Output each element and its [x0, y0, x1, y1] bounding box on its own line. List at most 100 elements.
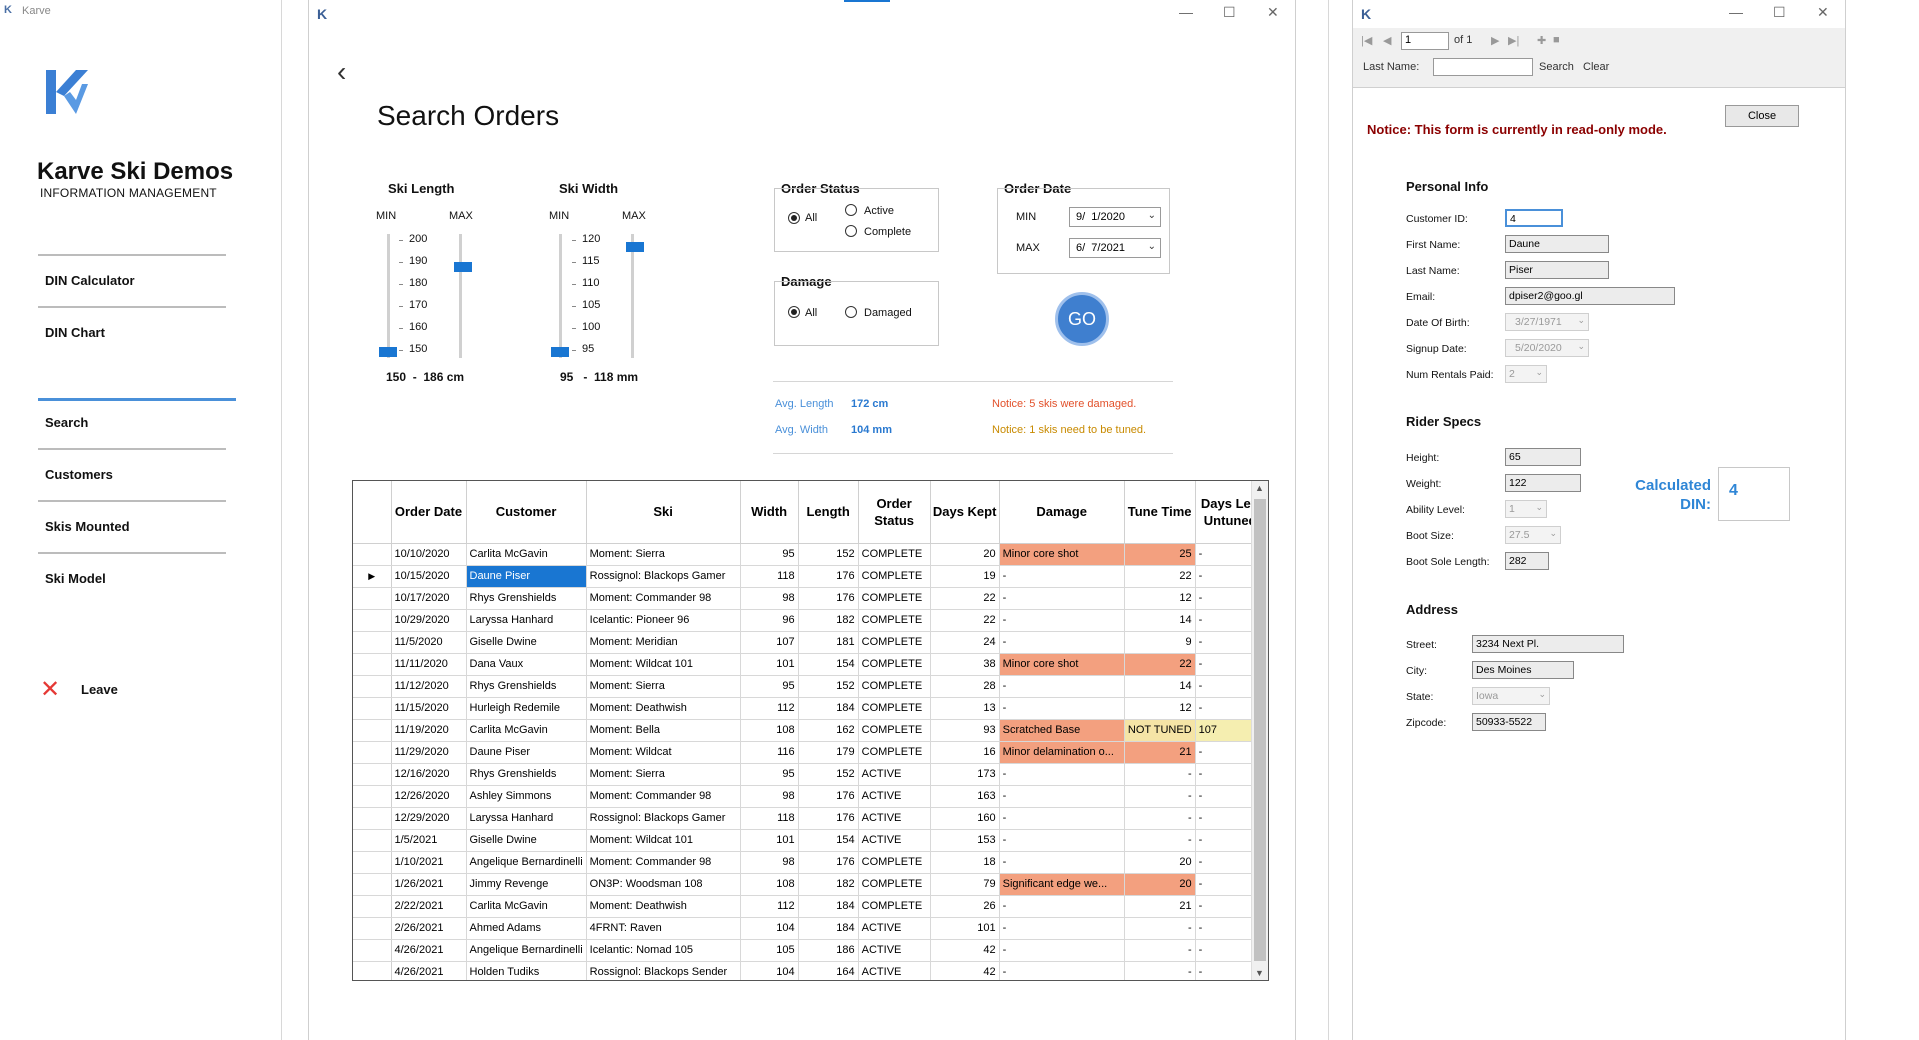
- chevron-down-icon[interactable]: ⌄: [1148, 210, 1156, 221]
- table-cell[interactable]: Daune Piser: [466, 741, 587, 764]
- table-cell[interactable]: 96: [740, 609, 799, 632]
- table-cell[interactable]: 107: [740, 631, 799, 654]
- row-header[interactable]: [353, 631, 392, 654]
- table-row[interactable]: 11/15/2020 Hurleigh Redemile Moment: Death…: [353, 697, 1266, 720]
- row-header[interactable]: [353, 785, 392, 808]
- table-cell[interactable]: 10/10/2020: [391, 543, 467, 566]
- table-cell[interactable]: Jimmy Revenge: [466, 873, 587, 896]
- table-cell[interactable]: Moment: Commander 98: [586, 785, 741, 808]
- table-cell[interactable]: -: [1124, 829, 1196, 852]
- table-cell[interactable]: 160: [930, 807, 1000, 830]
- table-cell[interactable]: ACTIVE: [858, 917, 931, 940]
- table-cell[interactable]: 2/22/2021: [391, 895, 467, 918]
- table-cell[interactable]: 11/12/2020: [391, 675, 467, 698]
- table-cell[interactable]: 108: [740, 719, 799, 742]
- last-name-search-input[interactable]: [1433, 58, 1533, 76]
- table-cell[interactable]: Rhys Grenshields: [466, 587, 587, 610]
- minimize-icon[interactable]: —: [1729, 4, 1743, 20]
- ski-width-max-slider-thumb[interactable]: [626, 242, 644, 252]
- table-cell[interactable]: 21: [1124, 895, 1196, 918]
- table-cell[interactable]: 24: [930, 631, 1000, 654]
- table-cell[interactable]: COMPLETE: [858, 895, 931, 918]
- chevron-down-icon[interactable]: ⌄: [1535, 502, 1543, 513]
- table-cell[interactable]: COMPLETE: [858, 719, 931, 742]
- table-cell[interactable]: 22: [930, 587, 1000, 610]
- last-page-icon[interactable]: ▶|: [1508, 34, 1519, 47]
- table-cell[interactable]: 11/11/2020: [391, 653, 467, 676]
- row-header[interactable]: [353, 939, 392, 962]
- table-cell[interactable]: 95: [740, 543, 799, 566]
- table-row[interactable]: 11/12/2020 Rhys Grenshields Moment: Sierra…: [353, 675, 1266, 698]
- ski-width-max-slider-track[interactable]: [631, 234, 634, 358]
- table-cell[interactable]: ACTIVE: [858, 807, 931, 830]
- close-window-icon[interactable]: ✕: [1267, 4, 1279, 21]
- row-header[interactable]: [353, 763, 392, 786]
- table-cell[interactable]: 11/19/2020: [391, 719, 467, 742]
- signup-date-field[interactable]: 5/20/2020 ⌄: [1505, 339, 1589, 357]
- table-cell[interactable]: ACTIVE: [858, 829, 931, 852]
- table-cell[interactable]: 20: [1124, 873, 1196, 896]
- scrollbar-thumb[interactable]: [1254, 499, 1266, 961]
- table-cell[interactable]: 154: [798, 653, 859, 676]
- table-row[interactable]: 2/22/2021 Carlita McGavin Moment: Deathwis…: [353, 895, 1266, 918]
- nav-item-skis-mounted[interactable]: Skis Mounted: [45, 519, 130, 534]
- nav-item-din-calculator[interactable]: DIN Calculator: [45, 273, 135, 288]
- table-cell[interactable]: -: [999, 895, 1125, 918]
- search-button[interactable]: Search: [1539, 61, 1574, 73]
- table-cell[interactable]: -: [1124, 807, 1196, 830]
- table-cell[interactable]: ON3P: Woodsman 108: [586, 873, 741, 896]
- table-cell[interactable]: Carlita McGavin: [466, 719, 587, 742]
- table-cell[interactable]: -: [999, 697, 1125, 720]
- table-cell[interactable]: COMPLETE: [858, 697, 931, 720]
- chevron-down-icon[interactable]: ⌄: [1535, 367, 1543, 378]
- table-cell[interactable]: 152: [798, 763, 859, 786]
- table-cell[interactable]: Minor core shot: [999, 653, 1125, 676]
- table-cell[interactable]: 20: [930, 543, 1000, 566]
- table-cell[interactable]: -: [1124, 917, 1196, 940]
- table-cell[interactable]: 9: [1124, 631, 1196, 654]
- table-cell[interactable]: Moment: Sierra: [586, 543, 741, 566]
- state-field[interactable]: Iowa ⌄: [1472, 687, 1550, 705]
- chevron-down-icon[interactable]: ⌄: [1549, 528, 1557, 539]
- table-cell[interactable]: Icelantic: Nomad 105: [586, 939, 741, 962]
- table-cell[interactable]: Rossignol: Blackops Gamer: [586, 565, 741, 588]
- table-cell[interactable]: -: [1124, 961, 1196, 980]
- table-cell[interactable]: 98: [740, 785, 799, 808]
- email-field[interactable]: dpiser2@goo.gl: [1505, 287, 1675, 305]
- table-cell[interactable]: Rossignol: Blackops Sender: [586, 961, 741, 980]
- table-cell[interactable]: COMPLETE: [858, 851, 931, 874]
- row-header[interactable]: [353, 829, 392, 852]
- table-cell[interactable]: Moment: Wildcat: [586, 741, 741, 764]
- table-cell[interactable]: -: [999, 851, 1125, 874]
- table-cell[interactable]: 101: [740, 653, 799, 676]
- table-cell[interactable]: 182: [798, 609, 859, 632]
- ability-level-field[interactable]: 1 ⌄: [1505, 500, 1547, 518]
- maximize-icon[interactable]: ☐: [1773, 4, 1786, 21]
- table-cell[interactable]: -: [999, 609, 1125, 632]
- table-cell[interactable]: 104: [740, 917, 799, 940]
- table-row[interactable]: 12/26/2020 Ashley Simmons Moment: Commande…: [353, 785, 1266, 808]
- row-header[interactable]: [353, 609, 392, 632]
- table-cell[interactable]: 104: [740, 961, 799, 980]
- row-header[interactable]: [353, 917, 392, 940]
- table-cell[interactable]: Laryssa Hanhard: [466, 807, 587, 830]
- table-cell[interactable]: 19: [930, 565, 1000, 588]
- order-date-min-picker[interactable]: 9/ 1/2020 ⌄: [1069, 207, 1161, 227]
- column-header[interactable]: Ski: [586, 481, 741, 544]
- table-cell[interactable]: 28: [930, 675, 1000, 698]
- table-cell[interactable]: COMPLETE: [858, 543, 931, 566]
- leave-button[interactable]: Leave: [81, 682, 118, 697]
- table-row[interactable]: 4/26/2021 Holden Tudiks Rossignol: Blackop…: [353, 961, 1266, 980]
- ski-width-min-slider-track[interactable]: [559, 234, 562, 358]
- table-cell[interactable]: 152: [798, 675, 859, 698]
- nav-item-din-chart[interactable]: DIN Chart: [45, 325, 105, 340]
- table-row[interactable]: ▶ 10/15/2020 Daune Piser Rossignol: Blackop…: [353, 565, 1266, 588]
- table-cell[interactable]: Minor delamination o...: [999, 741, 1125, 764]
- order-status-complete-radio[interactable]: [845, 225, 857, 237]
- table-cell[interactable]: -: [999, 565, 1125, 588]
- table-cell[interactable]: 1/10/2021: [391, 851, 467, 874]
- table-cell[interactable]: 176: [798, 785, 859, 808]
- table-row[interactable]: 1/5/2021 Giselle Dwine Moment: Wildcat 101…: [353, 829, 1266, 852]
- table-cell[interactable]: 25: [1124, 543, 1196, 566]
- column-header[interactable]: Damage: [999, 481, 1125, 544]
